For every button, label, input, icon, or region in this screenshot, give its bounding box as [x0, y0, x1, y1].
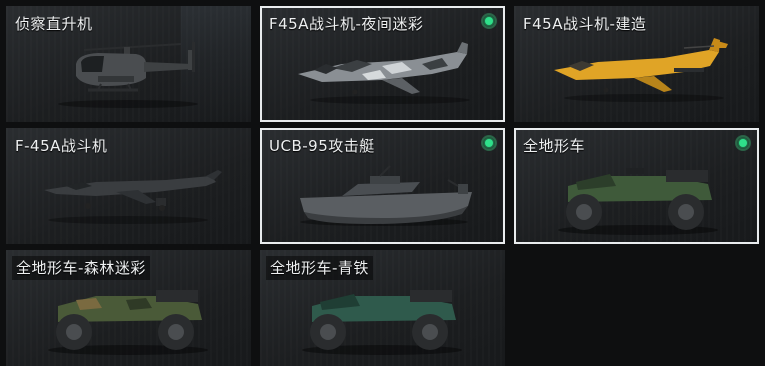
vehicle-card-atv[interactable]: 全地形车	[514, 128, 759, 244]
vehicle-card-atv-teal-iron[interactable]: 全地形车-青铁	[260, 250, 505, 366]
vehicle-card-title: F45A战斗机-建造	[523, 15, 647, 33]
vehicle-card-title: F-45A战斗机	[15, 137, 108, 155]
vehicle-card-f45a-construction[interactable]: F45A战斗机-建造	[514, 6, 759, 122]
green-dot-icon	[481, 13, 497, 29]
vehicle-card-title: 全地形车	[523, 137, 586, 155]
green-dot-icon	[481, 135, 497, 151]
vehicle-card-f45a[interactable]: F-45A战斗机	[6, 128, 251, 244]
vehicle-card-scout-helicopter[interactable]: 侦察直升机	[6, 6, 251, 122]
vehicle-card-ucb95-attack-boat[interactable]: UCB-95攻击艇	[260, 128, 505, 244]
vehicle-card-title: 侦察直升机	[15, 15, 93, 33]
vehicle-card-title: F45A战斗机-夜间迷彩	[269, 15, 424, 33]
vehicle-card-atv-forest-camo[interactable]: 全地形车-森林迷彩	[6, 250, 251, 366]
vehicle-card-title: 全地形车-森林迷彩	[12, 256, 150, 280]
vehicle-card-title: 全地形车-青铁	[266, 256, 373, 280]
green-dot-icon	[735, 135, 751, 151]
vehicle-card-title: UCB-95攻击艇	[269, 137, 375, 155]
vehicle-card-f45a-night-camo[interactable]: F45A战斗机-夜间迷彩	[260, 6, 505, 122]
